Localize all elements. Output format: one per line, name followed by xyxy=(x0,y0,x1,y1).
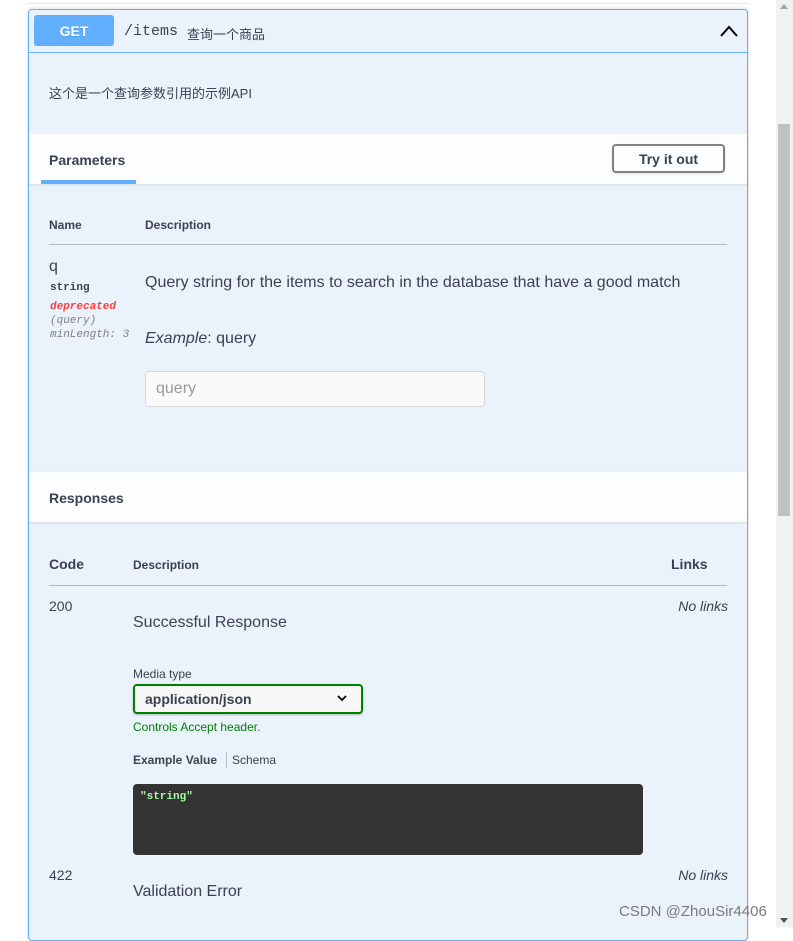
param-name: q xyxy=(49,258,58,275)
tab-example-value[interactable]: Example Value xyxy=(133,753,217,767)
param-type: string xyxy=(50,282,90,294)
param-description: Query string for the items to search in … xyxy=(145,274,681,291)
tab-parameters[interactable]: Parameters xyxy=(49,152,125,168)
example-label: Example xyxy=(145,330,208,347)
scroll-up-arrow-icon[interactable] xyxy=(780,4,788,9)
endpoint-summary: 查询一个商品 xyxy=(187,27,266,42)
watermark: CSDN @ZhouSir4406 xyxy=(619,903,767,920)
response-code: 422 xyxy=(49,867,73,883)
example-value: : query xyxy=(207,330,257,347)
scroll-down-arrow-icon[interactable] xyxy=(780,918,788,923)
tab-separator xyxy=(226,752,227,768)
col-header-code: Code xyxy=(49,556,84,572)
col-header-resp-description: Description xyxy=(133,558,200,572)
vertical-scrollbar[interactable] xyxy=(776,0,793,927)
operation-description: 这个是一个查询参数引用的示例API xyxy=(49,86,252,101)
try-it-out-button[interactable]: Try it out xyxy=(612,144,725,173)
response-description: Validation Error xyxy=(133,883,243,900)
chevron-down-icon xyxy=(337,695,347,702)
col-header-description: Description xyxy=(145,218,212,232)
parameters-header: Parameters Try it out xyxy=(29,134,747,184)
opblock-summary[interactable]: GET /items 查询一个商品 xyxy=(29,10,747,53)
controls-accept-note: Controls Accept header. xyxy=(133,720,261,734)
scrollbar-thumb[interactable] xyxy=(778,124,790,516)
endpoint-path: /items xyxy=(124,23,179,40)
http-method-badge: GET xyxy=(34,15,114,46)
opblock-get-items: GET /items 查询一个商品 这个是一个查询参数引用的示例API Para… xyxy=(28,9,748,941)
response-code: 200 xyxy=(49,598,73,614)
params-header-divider xyxy=(49,244,727,245)
tab-active-indicator xyxy=(41,180,136,184)
col-header-name: Name xyxy=(49,218,82,232)
responses-title: Responses xyxy=(49,490,124,506)
top-divider xyxy=(28,3,748,4)
example-code-text: "string" xyxy=(140,791,193,803)
param-min-length: minLength: 3 xyxy=(50,329,130,341)
media-type-value: application/json xyxy=(145,691,252,707)
response-links: No links xyxy=(678,598,728,614)
tab-schema[interactable]: Schema xyxy=(232,753,276,767)
response-description: Successful Response xyxy=(133,614,287,631)
media-type-label: Media type xyxy=(133,667,192,681)
param-example: Example: query xyxy=(145,330,256,348)
param-q-input[interactable] xyxy=(145,371,485,407)
example-code-block: "string" xyxy=(133,784,643,855)
response-links: No links xyxy=(678,867,728,883)
media-type-select[interactable]: application/json xyxy=(133,684,363,714)
responses-header-divider xyxy=(49,585,727,586)
col-header-links: Links xyxy=(671,556,708,572)
param-location: (query) xyxy=(50,315,97,327)
chevron-up-icon[interactable] xyxy=(719,24,739,38)
responses-header: Responses xyxy=(29,472,747,522)
param-deprecated-flag: deprecated xyxy=(50,301,117,313)
